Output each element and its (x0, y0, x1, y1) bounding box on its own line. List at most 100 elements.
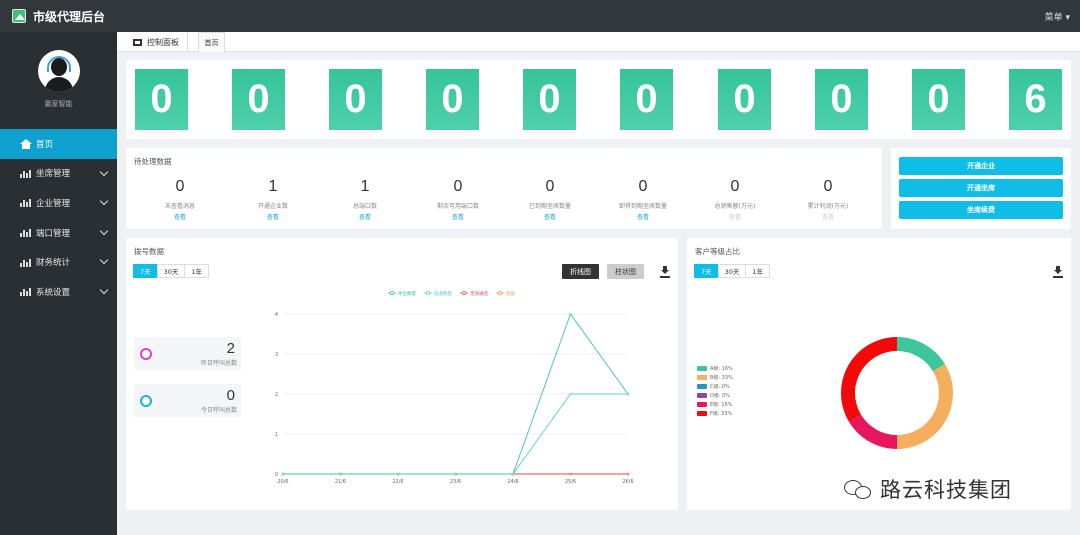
stat-label: 即将到期坐席数量 (618, 203, 667, 210)
stat-total-ports: 1 总端口数 查看 (319, 178, 411, 221)
counter-digit: 0 (620, 69, 673, 130)
stat-label: 累计利润(万元) (807, 203, 849, 210)
data-point (281, 472, 285, 476)
stat-unread-messages: 0 未查看消息 查看 (134, 178, 226, 221)
home-icon (20, 139, 32, 150)
x-tick-label: 26/6 (622, 479, 633, 485)
stat-available-ports: 0 剩余可用端口数 查看 (412, 178, 504, 221)
stat-label: 开通企业数 (257, 203, 288, 210)
pending-data-panel: 待处理数据 0 未查看消息 查看 1 开通企业数 查看 1 总端口数 查看 0 … (126, 148, 882, 229)
stat-value: 0 (175, 178, 185, 195)
grade-donut-chart (841, 337, 953, 449)
stat-value: 0 (545, 178, 555, 195)
stat-companies-opened: 1 开通企业数 查看 (227, 178, 319, 221)
stat-label: 剩余可用端口数 (436, 203, 479, 210)
seat-renew-button[interactable]: 坐席续费 (899, 201, 1063, 219)
counter-digit: 6 (1009, 69, 1062, 130)
tab-dashboard[interactable]: 控制面板 (125, 32, 188, 52)
stat-label: 总端口数 (352, 203, 377, 210)
chevron-down-icon (99, 226, 109, 236)
svg-text:接通数量: 接通数量 (434, 290, 452, 297)
bar-chart-icon (20, 169, 31, 178)
svg-text:呼出数量: 呼出数量 (398, 290, 416, 297)
y-tick-label: 3 (275, 352, 278, 358)
top-menu-button[interactable]: 菜单 ▾ (1045, 10, 1070, 23)
tab-home[interactable]: 首页 (198, 32, 225, 52)
data-point (569, 392, 572, 396)
view-link[interactable]: 查看 (504, 212, 596, 221)
tab-label: 控制面板 (147, 37, 179, 47)
panel-title: 待处理数据 (134, 157, 172, 166)
x-tick-label: 24/6 (507, 479, 518, 485)
counter-digit: 0 (912, 69, 965, 130)
donut-slice (897, 363, 953, 449)
sidebar-item-label: 企业管理 (36, 198, 71, 209)
legend-item: 无效通话 (460, 290, 488, 297)
x-tick-label: 25/6 (565, 479, 576, 485)
view-link[interactable]: 查看 (227, 212, 319, 221)
chevron-down-icon (99, 256, 109, 265)
stat-value: 1 (268, 178, 278, 195)
data-point (511, 472, 515, 476)
stat-expired-seats: 0 已到期坐席数量 查看 (504, 178, 596, 221)
sidebar-item-label: 坐席管理 (36, 169, 71, 180)
y-tick-label: 0 (275, 472, 278, 478)
wechat-icon (844, 478, 874, 500)
headset-icon (47, 56, 71, 72)
view-link[interactable]: 查看 (689, 212, 781, 221)
data-point (396, 472, 400, 476)
sidebar-item-label: 端口管理 (36, 228, 71, 239)
y-tick-label: 2 (275, 392, 278, 398)
counter-digit: 0 (815, 69, 868, 130)
sidebar-item-label: 财务统计 (36, 258, 71, 269)
x-tick-label: 22/6 (392, 479, 403, 485)
chevron-down-icon (99, 196, 109, 206)
watermark-text: 路云科技集团 (880, 478, 1012, 502)
user-name: 赢家智能 (44, 100, 73, 108)
sidebar-item-finance[interactable]: 财务统计 (0, 247, 117, 277)
open-company-button[interactable]: 开通企业 (899, 157, 1063, 175)
sidebar-item-seat-management[interactable]: 坐席管理 (0, 159, 117, 189)
avatar[interactable] (38, 50, 80, 92)
stat-total-sales: 0 总销售额(万元) 查看 (689, 178, 781, 221)
tab-bar: 控制面板 首页 (117, 32, 1080, 52)
open-seat-button[interactable]: 开通坐席 (899, 179, 1063, 197)
counter-digit: 0 (718, 69, 771, 130)
top-menu-label: 菜单 (1044, 13, 1063, 23)
x-tick-label: 23/6 (450, 479, 461, 485)
view-link[interactable]: 查看 (319, 212, 411, 221)
quick-actions-panel: 开通企业 开通坐席 坐席续费 (891, 148, 1071, 229)
chevron-down-icon (99, 285, 109, 295)
counter-digit: 0 (329, 69, 382, 130)
stat-value: 0 (453, 178, 463, 195)
counter-digit: 0 (523, 69, 576, 130)
sidebar-item-system-settings[interactable]: 系统设置 (0, 277, 117, 307)
sidebar-item-label: 系统设置 (36, 287, 71, 298)
counter-digit: 0 (135, 69, 188, 130)
sidebar-item-company-management[interactable]: 企业管理 (0, 188, 117, 218)
chevron-down-icon (99, 167, 109, 176)
stat-total-profit: 0 累计利润(万元) 查看 (782, 178, 874, 221)
stat-value: 0 (823, 178, 833, 195)
stat-value: 0 (730, 178, 740, 195)
caret-down-icon: ▾ (1065, 13, 1070, 23)
view-link[interactable]: 查看 (597, 212, 689, 221)
donut-slice (849, 414, 897, 449)
y-tick-label: 4 (275, 312, 278, 318)
watermark: 路云科技集团 (844, 474, 1012, 504)
view-link[interactable]: 查看 (412, 212, 504, 221)
tab-label: 首页 (204, 38, 219, 47)
x-tick-label: 21/6 (335, 479, 346, 485)
sidebar-item-label: 首页 (36, 139, 54, 150)
sidebar-item-home[interactable]: 首页 (0, 129, 117, 159)
data-point (569, 312, 572, 316)
view-link[interactable]: 查看 (134, 212, 226, 221)
counter-digit: 0 (232, 69, 285, 130)
monitor-icon (133, 38, 142, 46)
view-link[interactable]: 查看 (782, 212, 874, 221)
bar-chart-icon (20, 198, 31, 208)
top-bar: 市级代理后台 菜单 ▾ (0, 0, 1080, 32)
sidebar-item-port-management[interactable]: 端口管理 (0, 218, 117, 248)
donut-slice (841, 337, 897, 423)
stat-expiring-seats: 0 即将到期坐席数量 查看 (597, 178, 689, 221)
